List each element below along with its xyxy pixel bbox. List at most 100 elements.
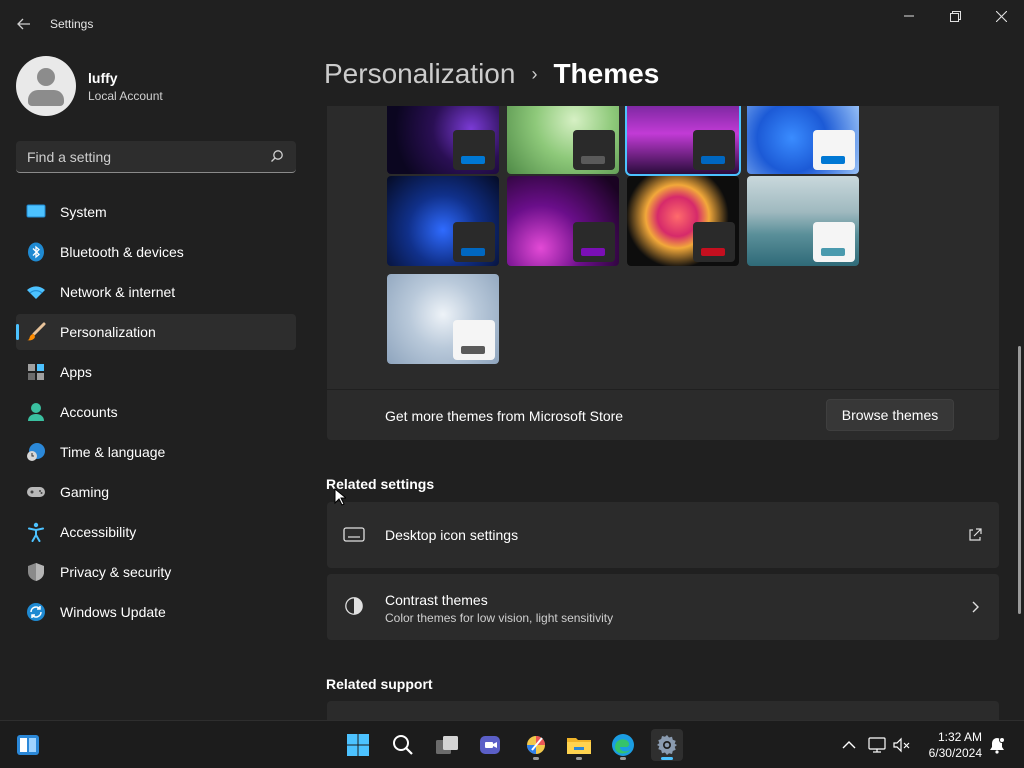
edge-icon [612,734,634,756]
wifi-icon [26,282,46,302]
notification-button[interactable] [987,735,1007,755]
profile-name: luffy [88,69,118,86]
theme-tile[interactable] [507,106,619,174]
bluetooth-icon [26,242,46,262]
running-indicator [533,757,539,760]
clock-time: 1:32 AM [937,730,982,744]
sidebar-item-label: Gaming [60,484,110,500]
sidebar-item-accounts[interactable]: Accounts [16,394,296,430]
clock-date: 6/30/2024 [928,746,982,760]
accessibility-icon [26,522,46,542]
breadcrumb-parent[interactable]: Personalization [324,58,515,90]
theme-tile[interactable] [387,176,499,266]
more-themes-text: Get more themes from Microsoft Store [385,408,624,424]
chevron-up-icon [842,741,856,749]
brush-icon [26,322,46,342]
system-icon [26,202,46,222]
sidebar-item-apps[interactable]: Apps [16,354,296,390]
task-view-button[interactable] [431,729,463,761]
avatar [16,56,76,116]
minimize-icon [904,15,914,17]
browse-themes-button[interactable]: Browse themes [826,399,954,431]
sidebar-item-label: Accounts [60,404,118,420]
sidebar-item-personalization[interactable]: Personalization [16,314,296,350]
theme-tile[interactable] [625,106,741,176]
sidebar-item-label: Bluetooth & devices [60,244,184,260]
sidebar-item-windows-update[interactable]: Windows Update [16,594,296,630]
sidebar-nav: System Bluetooth & devices Network & int… [16,194,296,634]
sidebar-item-label: Privacy & security [60,564,172,580]
breadcrumb: Personalization › Themes [324,58,659,90]
sidebar-item-system[interactable]: System [16,194,296,230]
volume-tray-button[interactable] [892,735,912,755]
file-explorer-icon [567,738,591,754]
theme-tile[interactable] [387,274,499,364]
search-icon [393,735,413,755]
scrollbar-thumb[interactable] [1018,346,1021,614]
theme-tile[interactable] [747,176,859,266]
start-icon [347,734,369,756]
sidebar-item-accessibility[interactable]: Accessibility [16,514,296,550]
widgets-icon [17,735,39,755]
sidebar-item-privacy[interactable]: Privacy & security [16,554,296,590]
running-indicator [576,757,582,760]
sidebar-item-label: Apps [60,364,92,380]
shield-icon [26,562,46,582]
sidebar-item-time-language[interactable]: Time & language [16,434,296,470]
sidebar-item-gaming[interactable]: Gaming [16,474,296,510]
search-button[interactable] [387,729,419,761]
theme-tile[interactable] [387,106,499,174]
apps-icon [26,362,46,382]
sidebar-item-label: Network & internet [60,284,176,300]
contrast-themes-row[interactable]: Contrast themes Color themes for low vis… [327,574,999,640]
accounts-icon [26,402,46,422]
desktop-icon-settings-row[interactable]: Desktop icon settings [327,502,999,568]
sidebar-item-network[interactable]: Network & internet [16,274,296,310]
sidebar-item-label: Personalization [60,324,156,340]
themes-gallery [327,106,999,389]
teams-button[interactable] [475,729,507,761]
page-title: Themes [553,58,660,89]
row-title: Contrast themes [385,592,488,608]
task-view-icon [436,736,458,754]
row-title: Desktop icon settings [385,527,519,543]
volume-muted-icon [893,737,910,753]
paint-button[interactable] [520,729,552,761]
search-box[interactable] [16,141,296,173]
edge-button[interactable] [607,729,639,761]
sidebar-item-label: Windows Update [60,604,166,620]
taskbar: 1:32 AM 6/30/2024 [0,720,1024,768]
open-external-icon [969,528,982,541]
network-tray-button[interactable] [867,735,887,755]
related-support-card[interactable] [327,701,999,720]
globe-clock-icon [26,442,46,462]
show-hidden-icons-button[interactable] [839,735,859,755]
title-bar: Settings [0,0,1024,48]
close-button[interactable] [978,0,1024,32]
mouse-cursor-icon [334,488,346,506]
restore-button[interactable] [932,0,978,32]
notification-bell-icon [990,737,1005,754]
system-clock[interactable]: 1:32 AM 6/30/2024 [918,729,982,761]
file-explorer-button[interactable] [563,729,595,761]
restore-icon [949,10,961,22]
search-input[interactable] [16,141,266,172]
widgets-button[interactable] [12,729,44,761]
back-arrow-icon [17,18,30,30]
paint-icon [527,736,545,754]
settings-button[interactable] [651,729,683,761]
start-button[interactable] [342,729,374,761]
row-subtitle: Color themes for low vision, light sensi… [385,611,614,625]
back-button[interactable] [8,8,40,40]
related-support-title: Related support [326,676,433,692]
search-icon [271,150,283,162]
theme-tile[interactable] [627,176,739,266]
sidebar-item-label: System [60,204,107,220]
minimize-button[interactable] [886,0,932,32]
theme-tile[interactable] [507,176,619,266]
sidebar-item-bluetooth[interactable]: Bluetooth & devices [16,234,296,270]
account-type: Local Account [88,88,163,103]
sidebar: luffy Local Account System Bluetooth & d… [0,48,312,720]
user-profile[interactable]: luffy Local Account [16,56,163,116]
theme-tile[interactable] [747,106,859,174]
